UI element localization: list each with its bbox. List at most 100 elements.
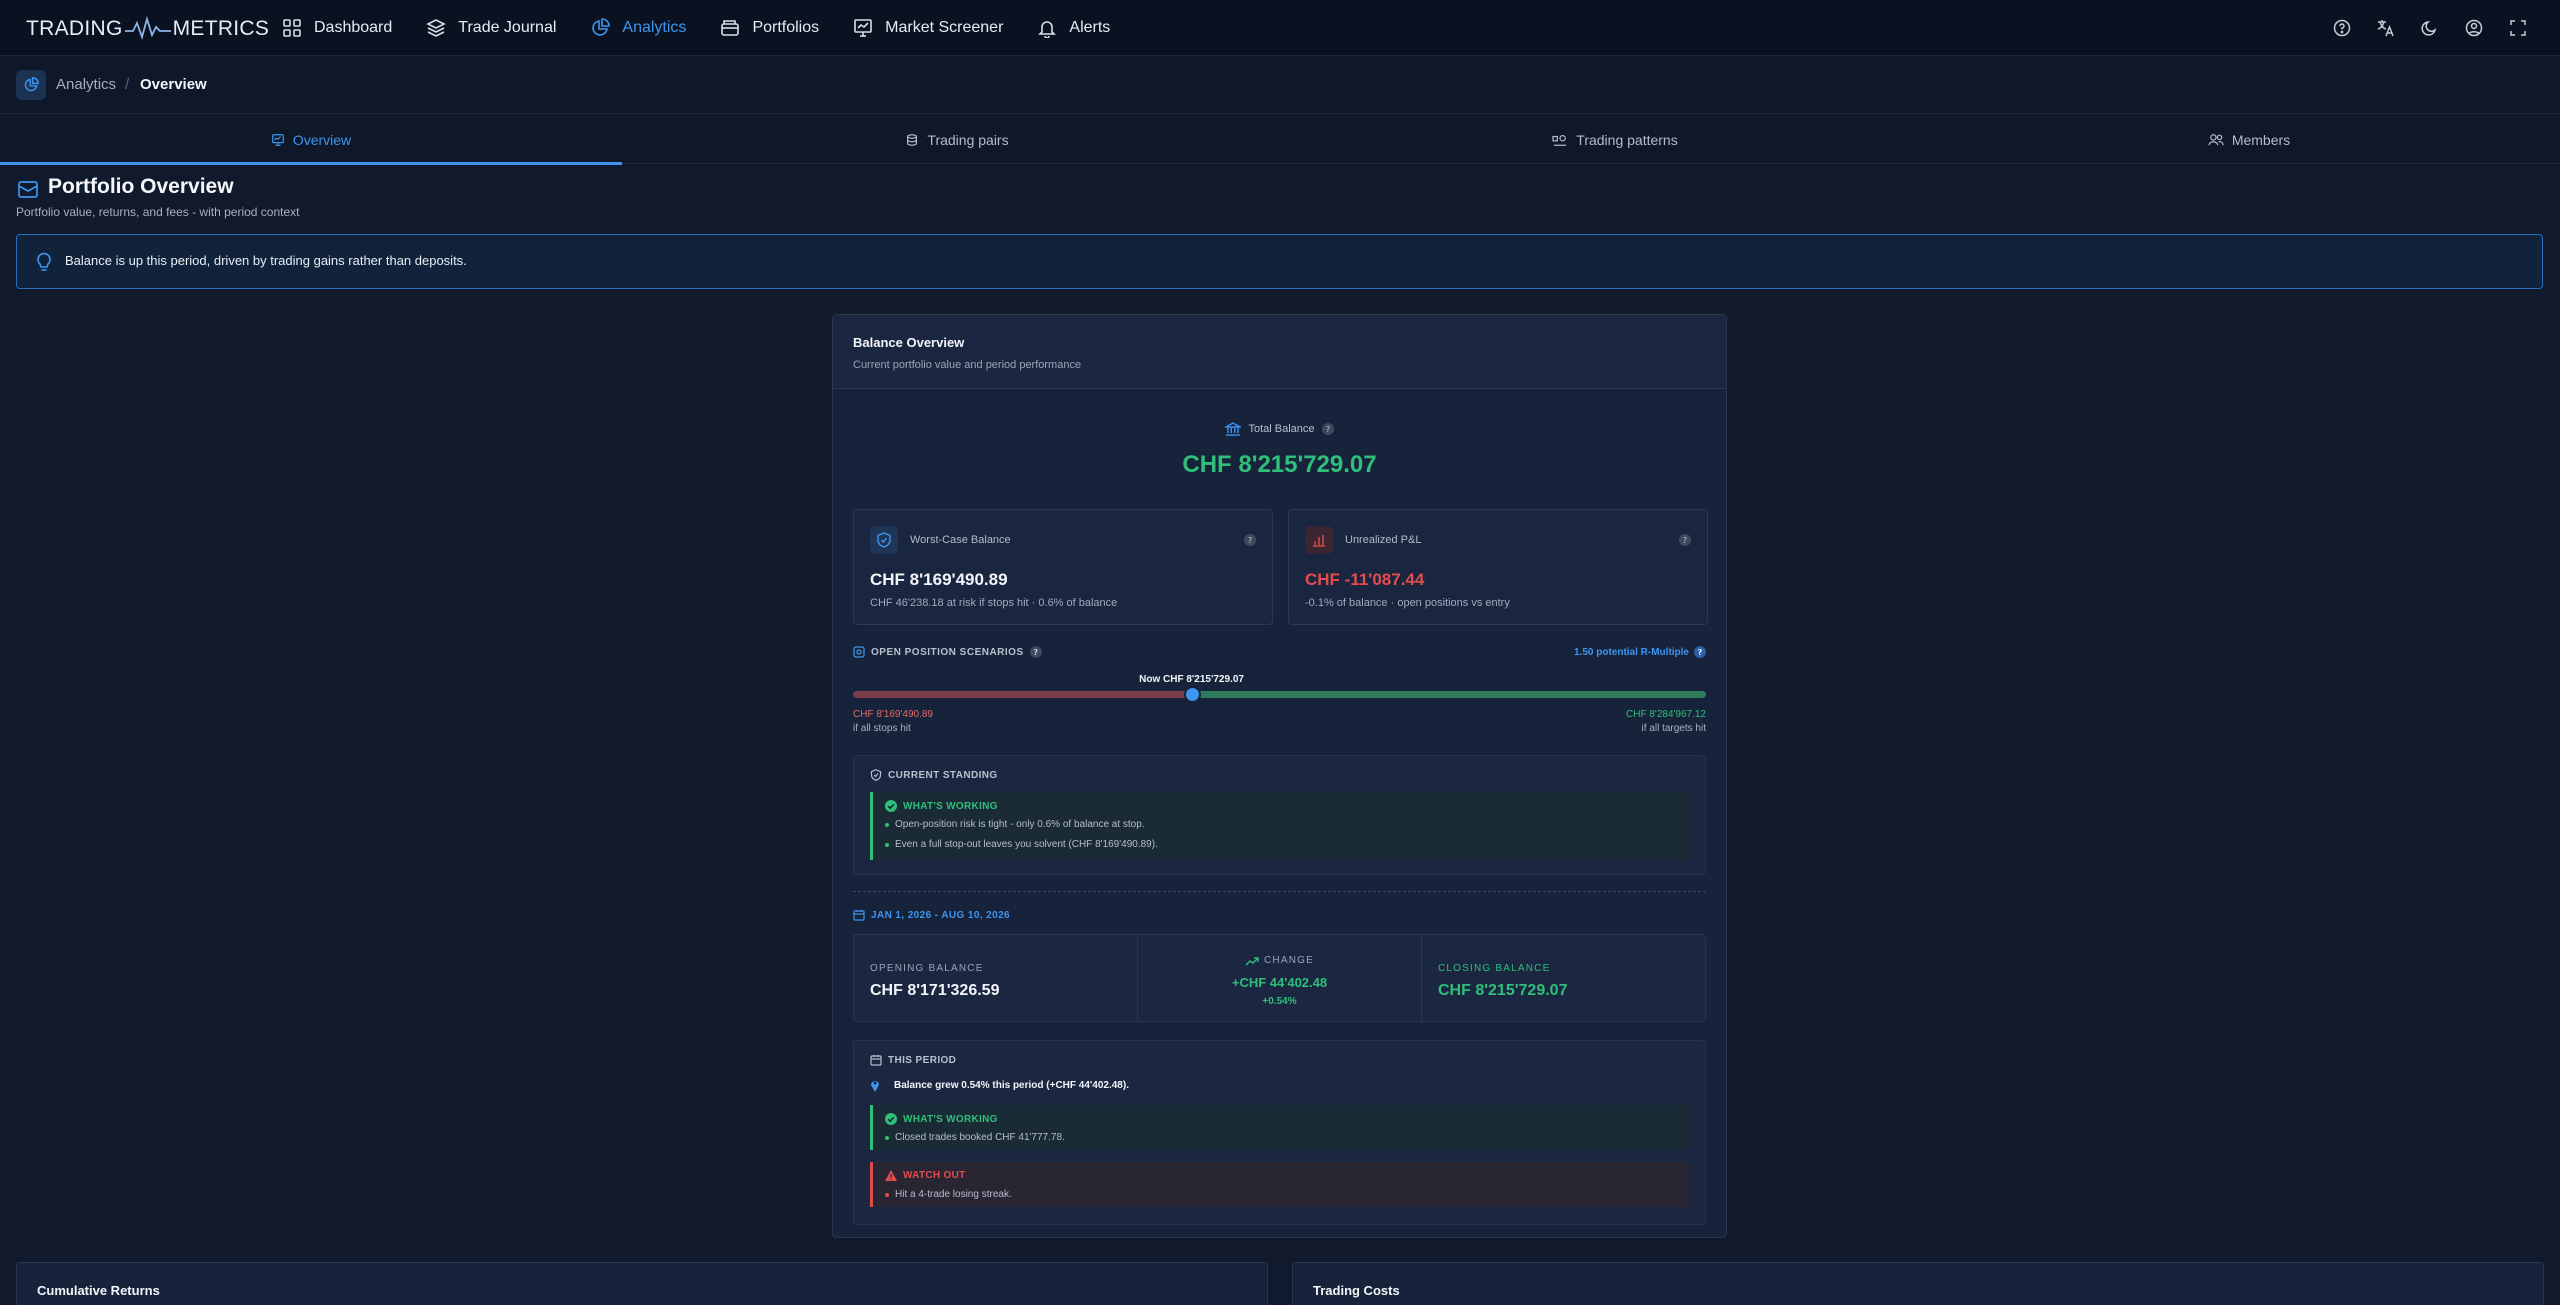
- scenario-bar-upside: [1191, 691, 1706, 698]
- help-icon[interactable]: ?: [1679, 534, 1691, 546]
- translate-icon: [2377, 20, 2394, 37]
- screener-icon: [854, 19, 872, 37]
- shield-check-icon: [870, 769, 882, 781]
- breadcrumb-current: Overview: [140, 76, 207, 93]
- opening-balance-label: OPENING BALANCE: [870, 963, 984, 974]
- working-title: WHAT'S WORKING: [885, 800, 998, 812]
- help-icon[interactable]: ?: [1321, 423, 1334, 435]
- tab-label: Trading patterns: [1576, 131, 1678, 148]
- tab-label: Overview: [292, 131, 352, 148]
- top-navigation: TRADING METRICS Dashboard Trade Journal …: [0, 0, 2560, 56]
- nav-label: Alerts: [1069, 19, 1111, 36]
- cumulative-returns-card: Cumulative Returns: [16, 1262, 1268, 1305]
- scenario-icon: [853, 646, 865, 658]
- language-button[interactable]: [2364, 19, 2408, 37]
- moon-icon: [2421, 20, 2437, 36]
- cumulative-returns-title: Cumulative Returns: [37, 1283, 160, 1298]
- list-item: Closed trades booked CHF 41'777.78.: [885, 1132, 1065, 1143]
- tab-trading-pairs[interactable]: Trading pairs: [646, 115, 1268, 164]
- lightbulb-icon: [37, 252, 51, 271]
- list-item: Even a full stop-out leaves you solvent …: [885, 839, 1158, 850]
- working-title-text: WHAT'S WORKING: [903, 800, 998, 812]
- list-item: Hit a 4-trade losing streak.: [885, 1189, 1012, 1200]
- account-button[interactable]: [2452, 19, 2496, 37]
- logo-text-right: METRICS: [172, 17, 270, 40]
- toolbar-right: [2320, 0, 2540, 56]
- this-period-panel: THIS PERIOD Balance grew 0.54% this peri…: [853, 1040, 1706, 1225]
- closing-balance-label: CLOSING BALANCE: [1438, 963, 1551, 974]
- tab-trading-patterns[interactable]: Trading patterns: [1304, 115, 1926, 164]
- r-multiple: 1.50 potential R-Multiple ?: [1574, 646, 1706, 658]
- nav-trade-journal[interactable]: Trade Journal: [426, 0, 556, 56]
- worst-case-balance-box: Worst-Case Balance ? CHF 8'169'490.89 CH…: [853, 509, 1273, 625]
- divider: [853, 891, 1706, 892]
- patterns-icon: [1552, 134, 1567, 146]
- current-standing-panel: CURRENT STANDING WHAT'S WORKING Open-pos…: [853, 755, 1706, 875]
- help-icon[interactable]: ?: [1029, 646, 1042, 658]
- insight-text: Balance is up this period, driven by tra…: [65, 253, 467, 268]
- help-icon[interactable]: ?: [1244, 534, 1256, 546]
- svg-text:?: ?: [1325, 425, 1329, 434]
- nav-label: Analytics: [622, 19, 687, 36]
- tab-overview[interactable]: Overview: [0, 115, 622, 165]
- change-stat: CHANGE +CHF 44'402.48 +0.54%: [1138, 935, 1422, 1021]
- coins-icon: [907, 133, 918, 146]
- help-icon[interactable]: ?: [1694, 646, 1706, 658]
- period-stats: OPENING BALANCE CHF 8'171'326.59 CHANGE …: [853, 934, 1706, 1022]
- bell-icon: [1038, 21, 1057, 38]
- closing-balance-stat: CLOSING BALANCE CHF 8'215'729.07: [1422, 935, 1705, 1021]
- scenarios-heading: OPEN POSITION SCENARIOS ?: [853, 646, 1048, 658]
- trading-costs-title: Trading Costs: [1313, 1283, 1400, 1298]
- grid-icon: [283, 19, 301, 37]
- current-standing-heading: CURRENT STANDING: [870, 769, 998, 781]
- worst-case-value: CHF 8'169'490.89: [870, 570, 1008, 589]
- nav-label: Dashboard: [314, 19, 393, 36]
- pie-chart-icon: [592, 18, 611, 36]
- nav-market-screener[interactable]: Market Screener: [853, 0, 1003, 56]
- check-circle-icon: [885, 800, 897, 812]
- app-logo[interactable]: TRADING METRICS: [26, 14, 269, 44]
- period-summary: Balance grew 0.54% this period (+CHF 44'…: [894, 1080, 1129, 1091]
- change-percent: +0.54%: [1262, 996, 1297, 1007]
- users-icon: [2208, 133, 2224, 145]
- nav-alerts[interactable]: Alerts: [1037, 0, 1110, 56]
- insight-banner: Balance is up this period, driven by tra…: [16, 234, 2543, 289]
- nav-analytics[interactable]: Analytics: [590, 0, 686, 56]
- this-period-heading: THIS PERIOD: [870, 1054, 956, 1066]
- list-item: Open-position risk is tight - only 0.6% …: [885, 819, 1145, 830]
- theme-toggle[interactable]: [2408, 19, 2452, 37]
- card-subtitle: Current portfolio value and period perfo…: [853, 359, 1082, 371]
- user-circle-icon: [2465, 19, 2483, 37]
- pin-icon: [871, 1081, 879, 1092]
- worst-case-note: CHF 46'238.18 at risk if stops hit · 0.6…: [870, 597, 1118, 609]
- tab-label: Trading pairs: [927, 131, 1009, 148]
- nav-label: Trade Journal: [458, 19, 557, 36]
- scenario-current-marker: [1183, 686, 1201, 703]
- breadcrumb-analytics-link[interactable]: Analytics: [56, 76, 116, 93]
- trend-up-icon: [1245, 956, 1259, 965]
- period-range[interactable]: JAN 1, 2026 - AUG 10, 2026: [853, 909, 1010, 921]
- balance-overview-card: Balance Overview Current portfolio value…: [832, 314, 1727, 1238]
- nav-portfolios[interactable]: Portfolios: [720, 0, 819, 56]
- targets-hit-note: if all targets hit: [1641, 723, 1706, 734]
- tab-members[interactable]: Members: [1938, 115, 2560, 164]
- nav-label: Portfolios: [752, 19, 820, 36]
- unrealized-value: CHF -11'087.44: [1305, 570, 1425, 589]
- help-button[interactable]: [2320, 19, 2364, 37]
- calendar-icon: [853, 910, 865, 921]
- svg-text:?: ?: [1683, 536, 1687, 545]
- watch-out-title: WATCH OUT: [885, 1170, 966, 1181]
- this-period-heading-text: THIS PERIOD: [888, 1054, 957, 1066]
- help-icon: [2333, 19, 2351, 37]
- fullscreen-button[interactable]: [2496, 19, 2540, 37]
- unrealized-label: Unrealized P&L: [1345, 534, 1422, 546]
- page-subtitle: Portfolio value, returns, and fees - wit…: [16, 205, 300, 219]
- change-label: CHANGE: [1264, 955, 1314, 966]
- unrealized-pnl-box: Unrealized P&L ? CHF -11'087.44 -0.1% of…: [1288, 509, 1708, 625]
- scenario-bar-downside: [853, 691, 1192, 698]
- now-balance-label: Now CHF 8'215'729.07: [1139, 674, 1244, 685]
- current-standing-heading-text: CURRENT STANDING: [888, 769, 998, 781]
- nav-dashboard[interactable]: Dashboard: [282, 0, 392, 56]
- period-range-text: JAN 1, 2026 - AUG 10, 2026: [871, 909, 1010, 921]
- logo-text-left: TRADING: [26, 17, 123, 40]
